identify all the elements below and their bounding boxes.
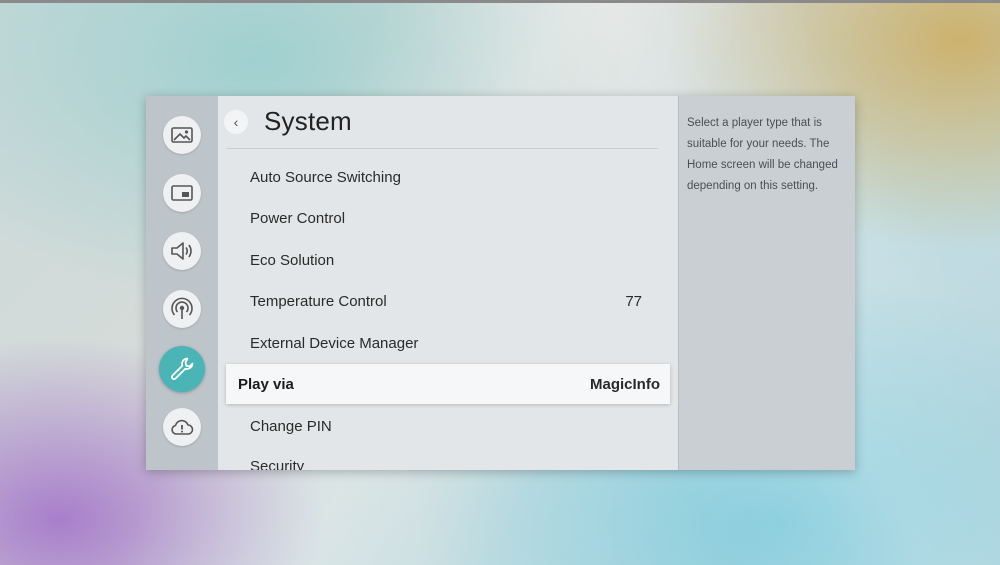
menu-item-label: Auto Source Switching — [250, 168, 401, 186]
menu-item-label: Power Control — [250, 209, 346, 227]
menu-item-security[interactable]: Security — [250, 458, 650, 470]
back-button[interactable]: ‹ — [224, 110, 248, 134]
sidebar-item-support[interactable] — [163, 408, 201, 446]
menu-item-label: Change PIN — [250, 417, 332, 435]
menu-item-play-via[interactable]: Play via MagicInfo — [226, 364, 670, 404]
menu-item-value: 77 — [625, 292, 642, 310]
onscreen-display-icon — [171, 185, 193, 201]
chevron-left-icon: ‹ — [233, 114, 239, 130]
menu-item-label: Eco Solution — [250, 251, 335, 269]
menu-item-value: MagicInfo — [590, 375, 660, 393]
sidebar-item-onscreen-display[interactable] — [163, 174, 201, 212]
sidebar-item-network[interactable] — [163, 290, 201, 328]
sound-icon — [171, 242, 192, 260]
menu-item-eco-solution[interactable]: Eco Solution — [250, 242, 650, 278]
menu-item-change-pin[interactable]: Change PIN — [250, 408, 650, 444]
menu-item-label: External Device Manager — [250, 334, 419, 352]
menu-item-external-device-manager[interactable]: External Device Manager — [250, 325, 650, 361]
support-cloud-icon — [171, 419, 194, 435]
system-wrench-icon — [171, 357, 194, 380]
sidebar-item-sound[interactable] — [163, 232, 201, 270]
menu-item-auto-source-switching[interactable]: Auto Source Switching — [250, 159, 650, 195]
sidebar-item-picture[interactable] — [163, 116, 201, 154]
page-title: System — [264, 106, 352, 136]
title-divider — [226, 148, 658, 149]
menu-item-power-control[interactable]: Power Control — [250, 200, 650, 236]
description-text: Select a player type that is suitable fo… — [687, 117, 838, 192]
menu-item-label: Temperature Control — [250, 292, 387, 310]
menu-item-temperature-control[interactable]: Temperature Control 77 — [250, 283, 650, 319]
menu-item-label: Play via — [238, 375, 294, 393]
description-panel: Select a player type that is suitable fo… — [678, 96, 855, 470]
top-border — [0, 0, 1000, 3]
settings-list-panel: ‹ System Auto Source Switching Power Con… — [218, 96, 678, 470]
settings-panel: ‹ System Auto Source Switching Power Con… — [146, 96, 855, 470]
category-sidebar — [146, 96, 218, 470]
sidebar-item-system[interactable] — [159, 346, 205, 392]
screen-background: ‹ System Auto Source Switching Power Con… — [0, 0, 1000, 565]
network-icon — [171, 297, 193, 319]
menu-item-label: Security — [250, 458, 305, 470]
picture-icon — [171, 127, 193, 143]
